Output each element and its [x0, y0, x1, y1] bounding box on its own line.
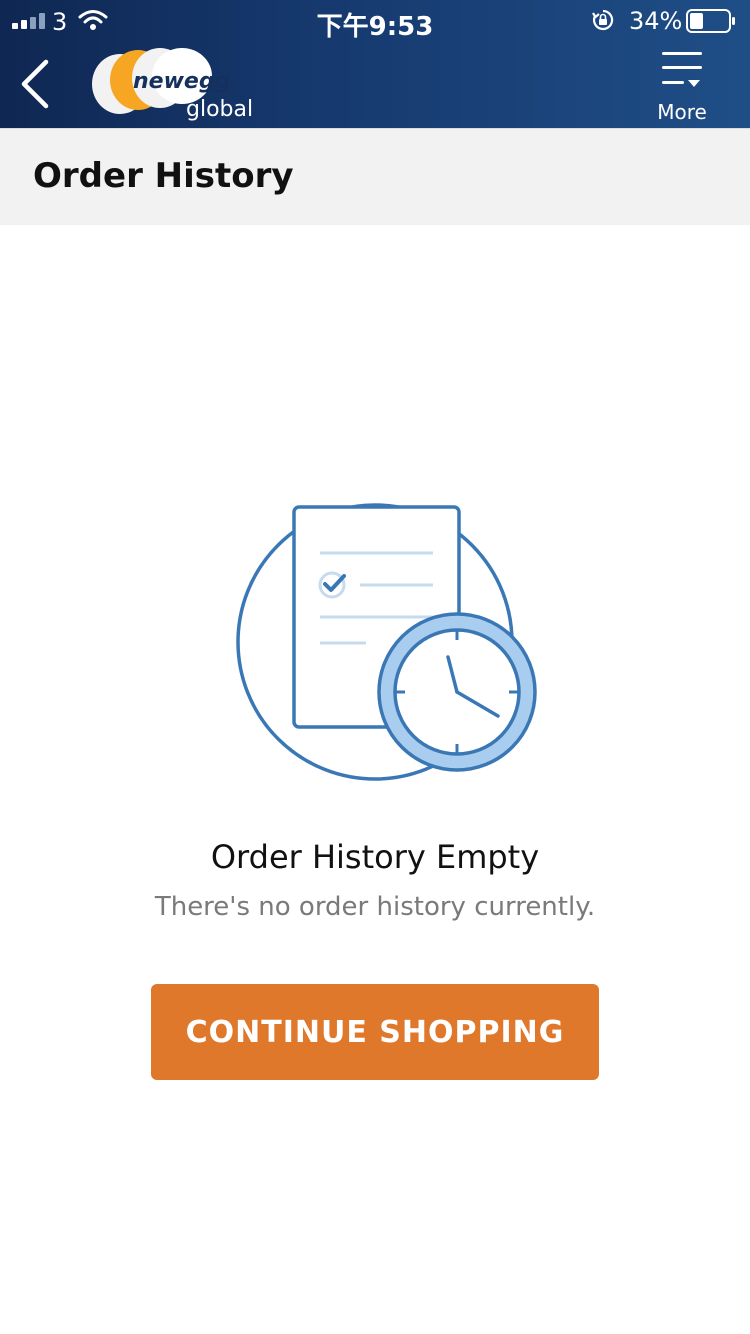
svg-text:newegg: newegg: [133, 69, 230, 94]
order-history-empty-illustration: [236, 503, 537, 781]
status-bar: 3 下午9:53 34%: [0, 0, 750, 42]
page-title: Order History: [33, 156, 294, 196]
more-label: More: [657, 100, 707, 124]
battery-icon: [686, 9, 735, 33]
svg-text:global: global: [186, 97, 253, 122]
app-header: 3 下午9:53 34% newegg global More: [0, 0, 750, 128]
page-title-bar: Order History: [0, 128, 750, 225]
battery-percent: 34%: [629, 7, 683, 35]
empty-state-title: Order History Empty: [210, 838, 540, 876]
more-menu-button[interactable]: More: [650, 50, 714, 124]
newegg-global-logo[interactable]: newegg global: [88, 48, 258, 122]
hamburger-menu-icon: [662, 52, 702, 87]
continue-shopping-button[interactable]: CONTINUE SHOPPING: [151, 984, 599, 1080]
empty-state-subtitle: There's no order history currently.: [154, 892, 596, 922]
rotation-lock-icon: [592, 9, 614, 31]
back-arrow-icon[interactable]: [14, 56, 54, 112]
